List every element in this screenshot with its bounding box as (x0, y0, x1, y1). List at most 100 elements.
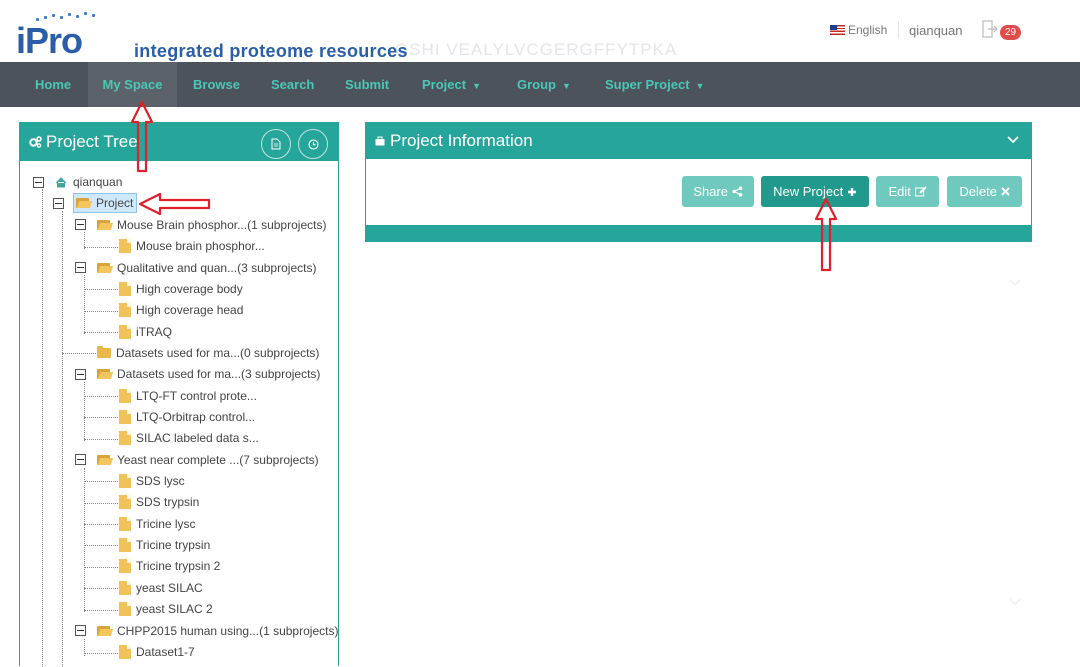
clock-icon (307, 138, 319, 150)
file-icon (119, 581, 131, 595)
header-divider (898, 21, 899, 39)
project-tree-header: Project Tree (20, 123, 338, 161)
tree-node-file[interactable]: Tricine lysc (119, 514, 196, 534)
tree-node-file[interactable]: Tricine trypsin (119, 535, 210, 555)
main-navbar: Home My Space Browse Search Submit Proje… (0, 62, 1080, 107)
nav-submit[interactable]: Submit (345, 62, 389, 107)
delete-button[interactable]: Delete (947, 176, 1022, 207)
project-information-title: Project Information (390, 131, 533, 150)
project-tree-title: Project Tree (46, 132, 138, 151)
annotation-arrow-up-icon (814, 197, 838, 272)
tree-node-file[interactable]: LTQ-Orbitrap control... (119, 407, 255, 427)
file-icon (119, 517, 131, 531)
tree-node-label: Project (96, 196, 134, 210)
nav-browse[interactable]: Browse (193, 62, 240, 107)
tree-node-folder[interactable]: CHPP2015 human using...(1 subprojects) (97, 621, 338, 641)
logout-icon[interactable] (982, 20, 998, 38)
tree-node-root[interactable]: qianquan (55, 172, 122, 192)
tree-node-file[interactable]: SDS lysc (119, 471, 185, 491)
edit-icon (914, 186, 927, 197)
nav-home[interactable]: Home (35, 62, 71, 107)
tree-node-file[interactable]: Tricine trypsin 2 (119, 556, 220, 576)
folder-open-icon (97, 263, 112, 273)
tree-node-file[interactable]: yeast SILAC (119, 578, 203, 598)
tree-collapse-toggle[interactable] (33, 177, 44, 188)
us-flag-icon (830, 25, 845, 35)
tree-collapse-toggle[interactable] (75, 262, 86, 273)
language-label: English (848, 23, 888, 37)
chevron-down-icon[interactable] (1007, 133, 1019, 145)
file-icon (119, 410, 131, 424)
tree-node-file[interactable]: LTQ-FT control prote... (119, 386, 257, 406)
tree-node-file[interactable]: High coverage body (119, 279, 243, 299)
tree-document-button[interactable] (261, 129, 291, 159)
nav-super-project[interactable]: Super Project ▼ (605, 62, 704, 107)
language-selector[interactable]: English (830, 23, 887, 37)
plus-icon (847, 188, 856, 196)
folder-icon (97, 346, 111, 358)
share-button[interactable]: Share (682, 176, 754, 207)
folder-open-icon (97, 626, 112, 636)
tree-collapse-toggle[interactable] (53, 198, 64, 209)
edit-button[interactable]: Edit (876, 176, 939, 207)
document-icon (271, 138, 281, 150)
tree-node-file[interactable]: SILAC labeled data s... (119, 428, 259, 448)
file-icon (119, 602, 131, 616)
nav-search[interactable]: Search (271, 62, 314, 107)
project-information-footer (366, 225, 1031, 242)
file-icon (119, 645, 131, 659)
tree-node-folder[interactable]: Mouse Brain phosphor...(1 subprojects) (97, 215, 326, 235)
tree-node-file[interactable]: SDS trypsin (119, 492, 199, 512)
notification-badge[interactable]: 29 (1000, 25, 1022, 40)
tree-node-folder[interactable]: Datasets used for ma...(0 subprojects) (97, 343, 319, 363)
share-icon (732, 186, 742, 197)
close-icon (1000, 187, 1010, 196)
project-information-body: Share New Project Edit Delete (366, 159, 1031, 225)
file-icon (119, 559, 131, 573)
tree-collapse-toggle[interactable] (75, 219, 86, 230)
tree-node-project-selected[interactable]: Project (73, 193, 138, 213)
project-information-panel: Project Information Share New Project Ed… (365, 122, 1032, 242)
file-icon (119, 431, 131, 445)
chevron-down-icon: ▼ (472, 81, 481, 91)
file-icon (119, 389, 131, 403)
tree-collapse-toggle[interactable] (75, 454, 86, 465)
file-icon (119, 282, 131, 296)
tree-node-file[interactable]: yeast SILAC 2 (119, 599, 213, 619)
tree-history-button[interactable] (298, 129, 328, 159)
annotation-arrow-up-icon (130, 100, 154, 173)
username-link[interactable]: qianquan (909, 23, 963, 38)
header-watermark: GSHI VEALYLVCGERGFFYTPKA (395, 40, 678, 59)
file-icon (119, 474, 131, 488)
logo-text: iPro (16, 20, 83, 61)
project-information-header[interactable]: Project Information (366, 123, 1031, 159)
file-icon (119, 538, 131, 552)
nav-group[interactable]: Group ▼ (517, 62, 571, 107)
tree-node-folder[interactable]: Qualitative and quan...(3 subprojects) (97, 258, 316, 278)
tree-node-file[interactable]: iTRAQ (119, 322, 172, 342)
chevron-down-icon: ▼ (562, 81, 571, 91)
tree-node-file[interactable]: High coverage head (119, 300, 243, 320)
folder-open-icon (97, 455, 112, 465)
tree-node-label: qianquan (73, 175, 123, 189)
tree-collapse-toggle[interactable] (75, 625, 86, 636)
tree-collapse-toggle[interactable] (75, 369, 86, 380)
briefcase-icon (375, 136, 385, 146)
tree-node-file[interactable]: Dataset1-7 (119, 642, 195, 662)
file-icon (119, 495, 131, 509)
chevron-down-icon[interactable] (1009, 598, 1021, 606)
site-tagline: integrated proteome resources (134, 41, 408, 61)
chevron-down-icon[interactable] (1009, 279, 1021, 287)
annotation-arrow-left-icon (138, 192, 211, 216)
folder-open-icon (97, 220, 112, 230)
nav-project[interactable]: Project ▼ (422, 62, 481, 107)
file-icon (119, 325, 131, 339)
site-header: iProX GSHI VEALYLVCGERGFFYTPKA integrate… (0, 0, 1080, 107)
folder-open-icon (76, 198, 91, 208)
gears-icon (29, 136, 42, 148)
tree-node-folder[interactable]: Yeast near complete ...(7 subprojects) (97, 450, 319, 470)
file-icon (119, 239, 131, 253)
home-icon (55, 176, 67, 187)
tree-node-folder[interactable]: Datasets used for ma...(3 subprojects) (97, 364, 320, 384)
tree-node-file[interactable]: Mouse brain phosphor... (119, 236, 265, 256)
